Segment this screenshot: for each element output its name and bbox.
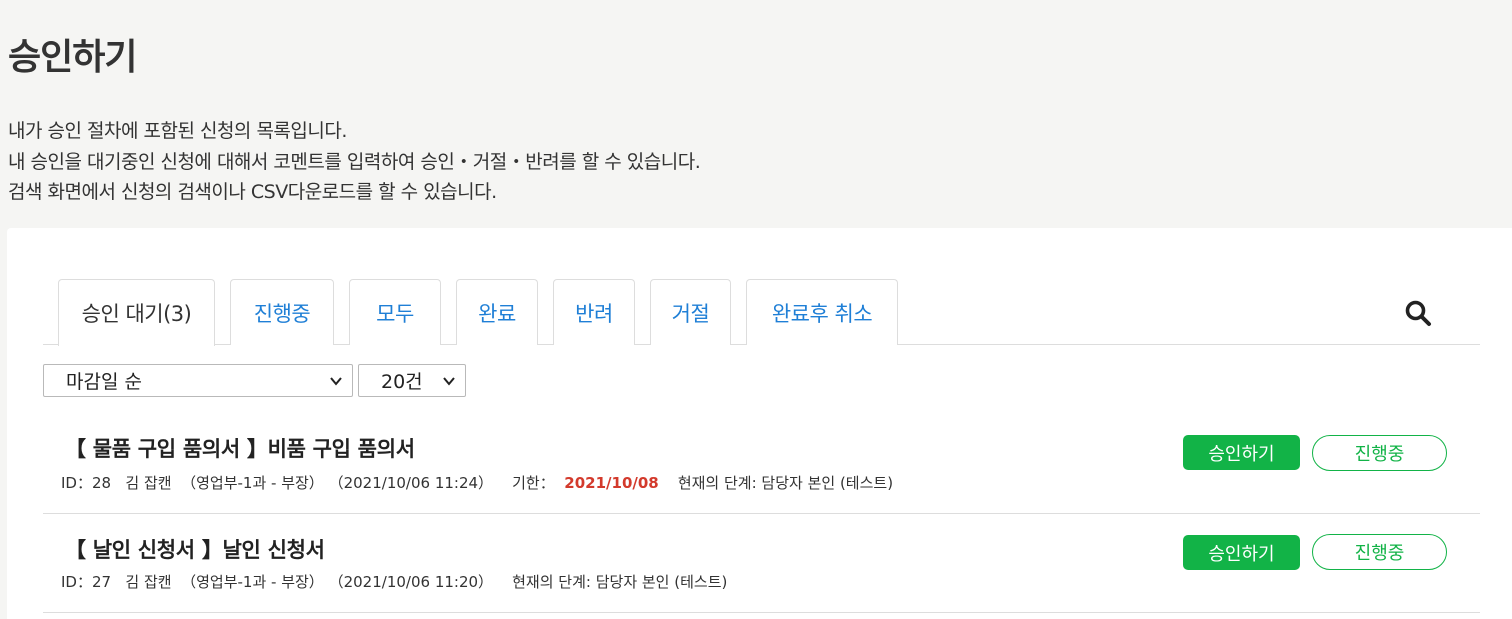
search-icon[interactable] bbox=[1404, 299, 1432, 327]
tab-all[interactable]: 모두 bbox=[349, 279, 441, 345]
page-size-select-value: 20건 bbox=[381, 371, 423, 393]
tab-returned[interactable]: 반려 bbox=[553, 279, 635, 345]
item-department: （영업부-1과 - 부장） bbox=[181, 573, 324, 591]
item-id: ID：28 bbox=[61, 474, 112, 492]
item-meta: ID：28 김 잡캔 （영업부-1과 - 부장） （2021/10/06 11:… bbox=[61, 472, 893, 493]
status-button[interactable]: 진행중 bbox=[1312, 435, 1447, 471]
item-id: ID：27 bbox=[61, 573, 112, 591]
tab-cancelled-after-completion[interactable]: 완료후 취소 bbox=[746, 279, 898, 345]
tab-waiting[interactable]: 승인 대기(3) bbox=[58, 279, 215, 346]
item-datetime: （2021/10/06 11:20） bbox=[328, 573, 494, 591]
page-size-select[interactable]: 20건 bbox=[358, 364, 466, 397]
status-button[interactable]: 진행중 bbox=[1312, 534, 1447, 570]
item-datetime: （2021/10/06 11:24） bbox=[328, 474, 494, 492]
status-tabs: 승인 대기(3) 진행중 모두 완료 반려 거절 완료후 취소 bbox=[43, 279, 1480, 346]
description-line: 내가 승인 절차에 포함된 신청의 목록입니다. bbox=[8, 120, 347, 142]
page-title: 승인하기 bbox=[8, 37, 137, 78]
item-applicant: 김 잡캔 bbox=[125, 474, 172, 492]
description-line: 내 승인을 대기중인 신청에 대해서 코멘트를 입력하여 승인・거절・반려를 할… bbox=[8, 150, 701, 173]
item-stage: 현재의 단계: 담당자 본인 (테스트) bbox=[677, 474, 894, 492]
chevron-down-icon bbox=[330, 377, 342, 386]
item-meta: ID：27 김 잡캔 （영업부-1과 - 부장） （2021/10/06 11:… bbox=[61, 571, 727, 592]
tab-in-progress[interactable]: 진행중 bbox=[230, 279, 334, 345]
item-deadline: 2021/10/08 bbox=[564, 474, 659, 492]
item-department: （영업부-1과 - 부장） bbox=[181, 474, 324, 492]
approve-button[interactable]: 승인하기 bbox=[1183, 535, 1300, 570]
item-applicant: 김 잡캔 bbox=[125, 573, 172, 591]
description-line: 검색 화면에서 신청의 검색이나 CSV다운로드를 할 수 있습니다. bbox=[8, 181, 497, 203]
item-deadline-label: 기한： bbox=[512, 474, 555, 492]
page-description: 내가 승인 절차에 포함된 신청의 목록입니다. 내 승인을 대기중인 신청에 … bbox=[8, 116, 701, 208]
approve-button[interactable]: 승인하기 bbox=[1183, 435, 1300, 470]
tab-completed[interactable]: 완료 bbox=[456, 279, 538, 345]
list-item: 【 날인 신청서 】날인 신청서 ID：27 김 잡캔 （영업부-1과 - 부장… bbox=[43, 514, 1480, 613]
sort-select-value: 마감일 순 bbox=[66, 371, 142, 393]
item-title[interactable]: 【 물품 구입 품의서 】비품 구입 품의서 bbox=[65, 433, 415, 463]
approval-list-card: 승인 대기(3) 진행중 모두 완료 반려 거절 완료후 취소 마감일 순 20… bbox=[7, 228, 1512, 619]
sort-select[interactable]: 마감일 순 bbox=[43, 364, 353, 397]
chevron-down-icon bbox=[443, 377, 455, 386]
tab-rejected[interactable]: 거절 bbox=[650, 279, 731, 345]
item-title[interactable]: 【 날인 신청서 】날인 신청서 bbox=[65, 534, 325, 564]
list-item: 【 물품 구입 품의서 】비품 구입 품의서 ID：28 김 잡캔 （영업부-1… bbox=[43, 416, 1480, 514]
item-stage: 현재의 단계: 담당자 본인 (테스트) bbox=[512, 573, 728, 591]
